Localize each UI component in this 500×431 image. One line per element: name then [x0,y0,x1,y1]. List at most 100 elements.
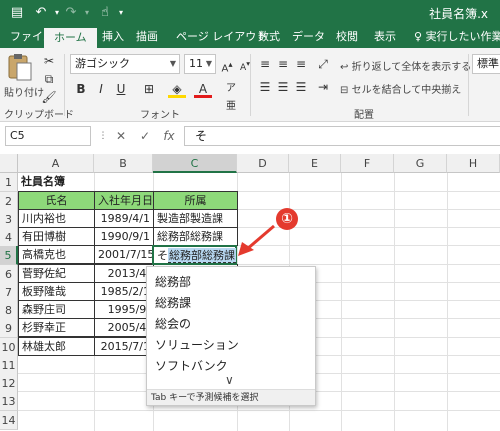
font-size-select[interactable]: 11 ▼ [184,54,216,74]
tell-me-search[interactable]: ♀ 実行したい作業を入 [412,26,500,48]
format-painter-icon[interactable]: 🖌 [40,88,58,106]
name-cell[interactable]: 林雄太郎 [18,337,95,356]
tab-insert[interactable]: 挿入 [100,26,126,48]
date-cell[interactable]: 2001/7/15 [94,245,154,264]
tab-view[interactable]: 表示 [372,26,398,48]
row-header[interactable]: 5 [0,246,18,265]
formula-input[interactable]: そ [184,126,500,146]
expand-more-icon[interactable]: ∨ [225,373,234,387]
date-cell[interactable]: 2013/4/ [94,264,154,283]
column-header-g[interactable]: G [394,154,447,173]
name-cell[interactable]: 板野隆哉 [18,282,95,301]
save-icon[interactable]: ▤ [8,4,26,22]
bold-icon[interactable]: B [72,80,90,98]
row-header[interactable]: 3 [0,210,18,229]
cancel-icon[interactable]: ✕ [112,126,130,146]
row-header[interactable]: 4 [0,228,18,247]
column-header-a[interactable]: A [18,154,94,173]
row-header[interactable]: 12 [0,374,18,393]
tab-draw[interactable]: 描画 [134,26,160,48]
grow-font-icon[interactable]: A▴ [218,55,236,74]
tab-data[interactable]: データ [290,26,327,48]
date-cell[interactable]: 1989/4/1 [94,209,154,228]
qat-customize-icon[interactable]: ▾ [112,4,130,22]
suggestion-hint: Tab キーで予測候補を選択 [147,389,315,405]
redo-dropdown-icon[interactable]: ▾ [78,4,96,22]
tab-home[interactable]: ホーム [44,28,97,48]
name-cell[interactable]: 高橋克也 [18,245,95,264]
title-bar: ▤ ↶ ▾ ↷ ▾ ☝ ▾ 社員名簿.x [0,0,500,26]
orientation-icon[interactable]: ⤢ [314,55,332,73]
column-header-f[interactable]: F [341,154,394,173]
tab-page-layout[interactable]: ページ レイアウト [174,26,269,48]
name-cell[interactable]: 菅野佐紀 [18,264,95,283]
row-header[interactable]: 10 [0,338,18,357]
name-cell[interactable]: 川内裕也 [18,209,95,228]
column-header-b[interactable]: B [94,154,153,173]
row-header[interactable]: 8 [0,301,18,320]
merge-center-button[interactable]: ⊟ セルを結合して中央揃え [340,81,461,96]
borders-icon[interactable]: ⊞ [140,80,158,98]
date-cell[interactable]: 1990/9/1 [94,227,154,246]
name-cell[interactable]: 杉野幸正 [18,318,95,337]
number-format-select[interactable]: 標準 [472,54,500,74]
callout-arrow-icon [238,224,275,256]
italic-icon[interactable]: I [92,80,110,98]
row-header[interactable]: 14 [0,411,18,430]
tab-formulas[interactable]: 数式 [256,26,282,48]
suggestion-item[interactable]: 総会の [155,315,191,332]
column-header-h[interactable]: H [447,154,500,173]
name-box[interactable]: C5 [5,126,91,146]
suggestion-item[interactable]: 総務部 [155,273,191,290]
dept-cell[interactable]: 製造部製造課 [153,209,238,228]
row-header[interactable]: 6 [0,265,18,284]
header-cell-join-date[interactable]: 入社年月日 [94,191,154,210]
header-cell-name[interactable]: 氏名 [18,191,95,210]
row-header[interactable]: 1 [0,173,18,192]
name-box-dropdown-icon[interactable]: ⋮ [94,126,112,146]
suggestion-item[interactable]: 総務課 [155,294,191,311]
wrap-text-button[interactable]: ↩ 折り返して全体を表示する [340,58,471,73]
name-cell[interactable]: 森野庄司 [18,300,95,319]
align-right-icon[interactable]: ☰ [292,78,310,96]
chevron-down-icon: ▼ [205,59,212,68]
underline-icon[interactable]: U [112,80,130,98]
window-title: 社員名簿.x [429,7,488,21]
date-cell[interactable]: 1995/9/ [94,300,154,319]
suggestion-item[interactable]: ソフトバンク [155,357,228,374]
name-cell[interactable]: 有田博樹 [18,227,95,246]
cut-icon[interactable]: ✂ [40,52,58,70]
align-top-icon[interactable]: ≡ [256,55,274,73]
header-cell-dept[interactable]: 所属 [153,191,238,210]
sheet-title-cell[interactable]: 社員名簿 [18,173,118,192]
suggestion-item[interactable]: ソリューション [155,336,239,353]
font-color-icon[interactable]: A [194,80,212,98]
font-name-select[interactable]: 游ゴシック ▼ [70,54,180,74]
align-center-icon[interactable]: ☰ [274,78,292,96]
row-header[interactable]: 9 [0,319,18,338]
fill-color-icon[interactable]: ◈ [168,80,186,98]
copy-icon[interactable]: ⧉ [40,70,58,88]
column-header-d[interactable]: D [237,154,289,173]
row-header[interactable]: 13 [0,392,18,411]
indent-icon[interactable]: ⇥ [314,78,332,96]
select-all-corner[interactable] [0,154,18,173]
date-cell[interactable]: 1985/2/1 [94,282,154,301]
align-middle-icon[interactable]: ≡ [274,55,292,73]
date-cell[interactable]: 2015/7/1 [94,337,154,356]
align-left-icon[interactable]: ☰ [256,78,274,96]
enter-icon[interactable]: ✓ [136,126,154,146]
column-header-c[interactable]: C [153,154,237,173]
date-cell[interactable]: 2005/4/ [94,318,154,337]
row-header[interactable]: 2 [0,192,18,211]
align-bottom-icon[interactable]: ≡ [292,55,310,73]
insert-function-button[interactable]: fx [160,126,178,146]
shrink-font-icon[interactable]: A▾ [236,55,254,73]
row-header[interactable]: 11 [0,356,18,375]
column-header-e[interactable]: E [289,154,341,173]
row-header[interactable]: 7 [0,283,18,302]
tab-review[interactable]: 校閲 [334,26,360,48]
dept-cell[interactable]: 総務部総務課 [153,227,238,246]
paste-button[interactable] [4,53,34,83]
phonetic-icon[interactable]: ア亜 [222,80,240,112]
